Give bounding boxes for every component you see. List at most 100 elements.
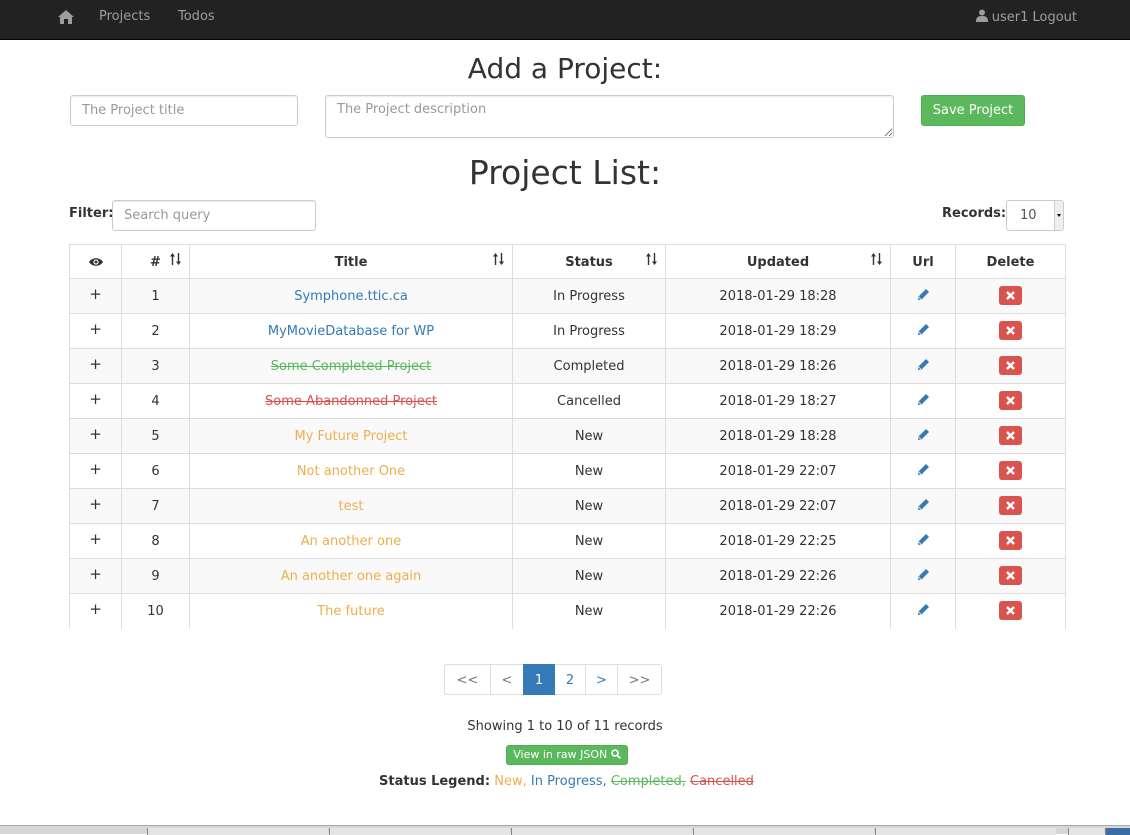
row-url-cell bbox=[890, 453, 956, 489]
project-title-link[interactable]: An another one bbox=[301, 534, 401, 549]
view-raw-json-button[interactable]: View in raw JSON bbox=[506, 745, 628, 765]
project-title-link[interactable]: An another one again bbox=[281, 569, 422, 584]
table-row: +5 My Future Project New 2018-01-29 18:28 bbox=[69, 418, 1066, 454]
column-header-title[interactable]: Title bbox=[189, 244, 513, 279]
project-title-link[interactable]: Some Completed Project bbox=[271, 359, 432, 374]
sort-icon[interactable] bbox=[493, 253, 504, 269]
user-logout-text: user1 Logout bbox=[991, 10, 1077, 25]
pencil-icon[interactable] bbox=[917, 323, 930, 340]
row-title-cell: An another one again bbox=[189, 558, 513, 594]
pencil-icon[interactable] bbox=[917, 568, 930, 585]
expand-row-toggle[interactable]: + bbox=[69, 383, 122, 419]
column-url-label: Url bbox=[912, 255, 934, 270]
project-title-link[interactable]: Not another One bbox=[297, 464, 405, 479]
column-header-visibility[interactable] bbox=[69, 244, 122, 279]
row-status: New bbox=[512, 558, 666, 594]
project-title-link[interactable]: MyMovieDatabase for WP bbox=[268, 324, 434, 339]
expand-row-toggle[interactable]: + bbox=[69, 278, 122, 314]
row-updated: 2018-01-29 18:28 bbox=[665, 278, 891, 314]
table-row: +1 Symphone.ttic.ca In Progress 2018-01-29 … bbox=[69, 278, 1066, 314]
row-status: Completed bbox=[512, 348, 666, 384]
row-number: 5 bbox=[121, 418, 190, 454]
delete-button[interactable] bbox=[999, 530, 1022, 550]
project-title-link[interactable]: My Future Project bbox=[294, 429, 407, 444]
row-number: 6 bbox=[121, 453, 190, 489]
row-delete-cell bbox=[955, 523, 1066, 559]
pencil-icon[interactable] bbox=[917, 603, 930, 620]
page-last-button[interactable]: >> bbox=[617, 664, 662, 695]
row-title-cell: Some Abandonned Project bbox=[189, 383, 513, 419]
row-updated: 2018-01-29 22:26 bbox=[665, 593, 891, 629]
save-project-button[interactable]: Save Project bbox=[921, 95, 1025, 126]
expand-row-toggle[interactable]: + bbox=[69, 488, 122, 524]
page-first-button[interactable]: << bbox=[444, 664, 491, 695]
row-url-cell bbox=[890, 418, 956, 454]
project-title-link[interactable]: Some Abandonned Project bbox=[265, 394, 437, 409]
sort-icon[interactable] bbox=[871, 253, 882, 269]
project-description-input[interactable] bbox=[325, 95, 894, 138]
column-number-label: # bbox=[150, 255, 161, 270]
row-url-cell bbox=[890, 488, 956, 524]
row-delete-cell bbox=[955, 558, 1066, 594]
table-row: +9 An another one again New 2018-01-29 22:2… bbox=[69, 558, 1066, 594]
row-title-cell: Symphone.ttic.ca bbox=[189, 278, 513, 314]
records-label: Records: bbox=[942, 206, 1007, 221]
home-icon[interactable] bbox=[57, 8, 75, 26]
page-1-button[interactable]: 1 bbox=[523, 664, 555, 695]
column-header-updated[interactable]: Updated bbox=[665, 244, 891, 279]
expand-row-toggle[interactable]: + bbox=[69, 453, 122, 489]
delete-button[interactable] bbox=[999, 565, 1022, 585]
row-number: 4 bbox=[121, 383, 190, 419]
table-row: +6 Not another One New 2018-01-29 22:07 bbox=[69, 453, 1066, 489]
delete-button[interactable] bbox=[999, 390, 1022, 410]
page-next-button[interactable]: > bbox=[585, 664, 618, 695]
project-title-link[interactable]: Symphone.ttic.ca bbox=[294, 289, 408, 304]
user-logout-link[interactable]: user1 Logout bbox=[975, 9, 1077, 25]
page-2-button[interactable]: 2 bbox=[554, 664, 586, 695]
pencil-icon[interactable] bbox=[917, 393, 930, 410]
row-status: New bbox=[512, 453, 666, 489]
row-title-cell: The future bbox=[189, 593, 513, 629]
row-status: In Progress bbox=[512, 278, 666, 314]
filter-search-input[interactable] bbox=[112, 200, 316, 231]
sort-icon[interactable] bbox=[170, 253, 181, 269]
sort-icon[interactable] bbox=[646, 253, 657, 269]
row-status: New bbox=[512, 523, 666, 559]
expand-row-toggle[interactable]: + bbox=[69, 523, 122, 559]
project-title-link[interactable]: test bbox=[339, 499, 364, 514]
pencil-icon[interactable] bbox=[917, 533, 930, 550]
nav-todos-link[interactable]: Todos bbox=[178, 9, 215, 24]
records-summary: Showing 1 to 10 of 11 records bbox=[467, 719, 663, 734]
row-updated: 2018-01-29 18:27 bbox=[665, 383, 891, 419]
delete-button[interactable] bbox=[999, 425, 1022, 445]
delete-button[interactable] bbox=[999, 320, 1022, 340]
column-header-number[interactable]: # bbox=[121, 244, 190, 279]
pencil-icon[interactable] bbox=[917, 428, 930, 445]
table-row: +8 An another one New 2018-01-29 22:25 bbox=[69, 523, 1066, 559]
nav-projects-link[interactable]: Projects bbox=[99, 9, 150, 24]
row-title-cell: Not another One bbox=[189, 453, 513, 489]
view-raw-json-label: View in raw JSON bbox=[513, 748, 608, 761]
delete-button[interactable] bbox=[999, 355, 1022, 375]
spinner-arrow-icon[interactable] bbox=[1054, 201, 1063, 230]
project-list-heading: Project List: bbox=[468, 153, 662, 192]
pencil-icon[interactable] bbox=[917, 288, 930, 305]
pencil-icon[interactable] bbox=[917, 498, 930, 515]
expand-row-toggle[interactable]: + bbox=[69, 593, 122, 629]
delete-button[interactable] bbox=[999, 285, 1022, 305]
column-header-status[interactable]: Status bbox=[512, 244, 666, 279]
expand-row-toggle[interactable]: + bbox=[69, 558, 122, 594]
delete-button[interactable] bbox=[999, 460, 1022, 480]
page-prev-button[interactable]: < bbox=[490, 664, 524, 695]
records-per-page-spinner[interactable]: 10 bbox=[1006, 200, 1064, 231]
pencil-icon[interactable] bbox=[917, 358, 930, 375]
expand-row-toggle[interactable]: + bbox=[69, 418, 122, 454]
project-title-input[interactable] bbox=[70, 95, 298, 126]
row-updated: 2018-01-29 18:28 bbox=[665, 418, 891, 454]
project-title-link[interactable]: The future bbox=[317, 604, 385, 619]
expand-row-toggle[interactable]: + bbox=[69, 313, 122, 349]
delete-button[interactable] bbox=[999, 600, 1022, 620]
delete-button[interactable] bbox=[999, 495, 1022, 515]
pencil-icon[interactable] bbox=[917, 463, 930, 480]
expand-row-toggle[interactable]: + bbox=[69, 348, 122, 384]
